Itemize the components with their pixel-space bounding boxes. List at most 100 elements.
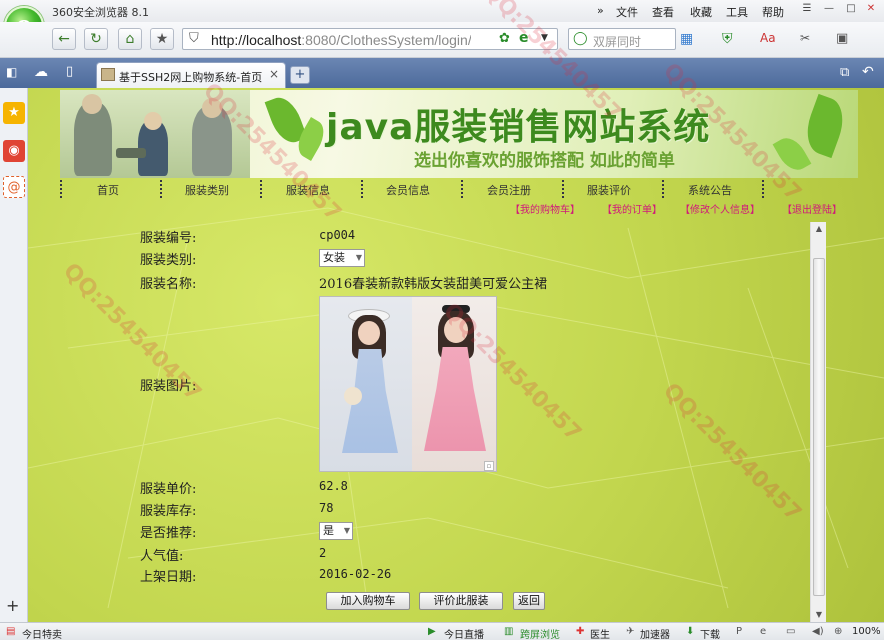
value-stock: 78 [319, 501, 334, 515]
value-code: cp004 [319, 228, 356, 242]
web-page: java服装销售网站系统 选出你喜欢的服饰搭配 如此的简单 首页 服装类别 服装… [28, 88, 884, 622]
tab-list-icon[interactable]: ⧉ [840, 65, 849, 80]
label-name: 服装名称: [140, 277, 197, 292]
link-logout[interactable]: 【退出登陆】 [782, 201, 842, 216]
minimize-icon[interactable]: — [820, 2, 838, 16]
link-my-cart[interactable]: 【我的购物车】 [510, 201, 580, 216]
label-price: 服装单价: [140, 482, 197, 497]
nav-home[interactable]: 首页 [97, 182, 119, 198]
cloud-icon[interactable]: ☁ [34, 64, 48, 80]
maximize-icon[interactable]: □ [842, 2, 860, 16]
nav-member-register[interactable]: 会员注册 [487, 182, 531, 198]
link-edit-profile[interactable]: 【修改个人信息】 [680, 201, 760, 216]
label-code: 服装编号: [140, 231, 197, 246]
value-name: 2016春装新款韩版女装甜美可爱公主裙 [319, 277, 548, 292]
status-download[interactable]: 下载 [700, 626, 720, 640]
ie-icon[interactable]: e [760, 626, 766, 637]
label-recommend: 是否推荐: [140, 526, 197, 541]
translate-icon[interactable]: Aa [760, 31, 776, 45]
menu-favorites[interactable]: 收藏 [690, 4, 712, 20]
url-path: :8080/ClothesSystem/login/ [301, 32, 471, 48]
label-category: 服装类别: [140, 253, 197, 268]
nav-clothes-review[interactable]: 服装评价 [587, 182, 631, 198]
close-window-icon[interactable]: ✕ [862, 2, 880, 16]
sidebar-toggle-icon[interactable]: ◧ [6, 65, 17, 79]
sale-icon: ▤ [6, 626, 16, 637]
zoom-level[interactable]: 100% [852, 626, 881, 637]
chevron-down-icon: ▼ [343, 526, 350, 535]
nav-member-info[interactable]: 会员信息 [386, 182, 430, 198]
search-input[interactable]: 双屏同时 [593, 33, 641, 50]
recommend-select[interactable]: 是 ▼ [319, 522, 353, 540]
menu-more-icon[interactable]: » [597, 4, 604, 17]
apps-icon[interactable]: ▦ [680, 31, 693, 47]
skin-icon[interactable]: ☰ [798, 2, 816, 16]
ie-mode-icon[interactable]: e [519, 30, 529, 46]
refresh-button[interactable]: ↻ [84, 28, 108, 50]
status-accelerator[interactable]: 加速器 [640, 626, 670, 640]
banner-subtitle: 选出你喜欢的服饰搭配 如此的简单 [414, 151, 675, 171]
link-my-orders[interactable]: 【我的订单】 [602, 201, 662, 216]
user-links: 【我的购物车】 【我的订单】 【修改个人信息】 【退出登陆】 [28, 201, 884, 216]
star-icon: ★ [155, 31, 169, 47]
scroll-down-icon[interactable]: ▼ [811, 608, 827, 622]
nav-clothes-info[interactable]: 服装信息 [286, 182, 330, 198]
home-button[interactable]: ⌂ [118, 28, 142, 50]
tab-home-page[interactable]: 基于SSH2网上购物系统-首页 × [96, 62, 286, 88]
favorites-star-icon[interactable]: ★ [3, 102, 25, 124]
page-icon[interactable]: ▯ [66, 64, 73, 79]
nav-category[interactable]: 服装类别 [185, 182, 229, 198]
back-page-button[interactable]: 返回 [513, 592, 545, 610]
menu-tools[interactable]: 工具 [726, 4, 748, 20]
volume-icon[interactable]: ◀) [812, 626, 824, 637]
weibo-icon[interactable]: ◉ [3, 140, 25, 162]
live-icon: ▶ [428, 626, 436, 637]
add-sidebar-icon[interactable]: + [6, 596, 19, 615]
image-icon[interactable]: ▣ [836, 31, 848, 46]
favorite-button[interactable]: ★ [150, 28, 174, 50]
mail-icon[interactable]: @ [3, 176, 25, 198]
new-tab-button[interactable]: + [290, 66, 310, 84]
category-select[interactable]: 女装 ▼ [319, 249, 365, 267]
download-icon: ⬇ [686, 626, 695, 637]
address-bar[interactable]: ⛉ http://localhost:8080/ClothesSystem/lo… [182, 28, 558, 50]
shield-icon: ⛉ [189, 31, 199, 46]
refresh-icon: ↻ [90, 31, 102, 47]
menu-file[interactable]: 文件 [616, 4, 638, 20]
menu-help[interactable]: 帮助 [762, 4, 784, 20]
doctor-icon: ✚ [576, 626, 585, 637]
product-detail: 服装编号: cp004 服装类别: 女装 ▼ 服装名称: 2016春装新款韩版女… [68, 223, 838, 615]
zoom-icon[interactable]: ⊕ [834, 626, 842, 637]
screenshot-icon[interactable]: ✂ [800, 31, 810, 45]
arrow-left-icon: ← [58, 31, 70, 47]
status-doctor[interactable]: 医生 [590, 626, 610, 640]
search-engine-icon[interactable]: ◯ [573, 31, 588, 46]
page-scrollbar[interactable]: ▲ ▼ [810, 222, 826, 622]
safe-guard-icon[interactable]: ⛨ [722, 31, 733, 47]
nav-notice[interactable]: 系统公告 [688, 182, 732, 198]
scroll-up-icon[interactable]: ▲ [811, 222, 827, 236]
back-button[interactable]: ← [52, 28, 76, 50]
status-cross-screen[interactable]: 跨屏浏览 [520, 626, 560, 640]
address-url[interactable]: http://localhost:8080/ClothesSystem/logi… [211, 32, 471, 48]
value-price: 62.8 [319, 479, 348, 493]
menu-view[interactable]: 查看 [652, 4, 674, 20]
banner-painting [60, 90, 250, 178]
chevron-down-icon[interactable]: ▼ [541, 33, 548, 43]
image-badge-icon: ▫ [484, 461, 494, 471]
status-deals[interactable]: 今日特卖 [22, 626, 62, 640]
undo-close-icon[interactable]: ↶ [862, 64, 874, 80]
screen-icon[interactable]: ▭ [786, 626, 795, 637]
scroll-thumb[interactable] [813, 258, 825, 596]
search-box[interactable]: ◯ 双屏同时 [568, 28, 676, 50]
pdf-icon[interactable]: P [736, 626, 742, 637]
security-check-icon[interactable]: ✿ [499, 31, 510, 46]
app-title: 360安全浏览器 8.1 [52, 6, 149, 19]
label-popularity: 人气值: [140, 549, 184, 564]
add-to-cart-button[interactable]: 加入购物车 [326, 592, 410, 610]
tab-close-icon[interactable]: × [269, 67, 279, 81]
status-live[interactable]: 今日直播 [444, 626, 484, 640]
site-nav: 首页 服装类别 服装信息 会员信息 会员注册 服装评价 系统公告 [60, 178, 858, 200]
review-button[interactable]: 评价此服装 [419, 592, 503, 610]
label-date: 上架日期: [140, 570, 197, 585]
